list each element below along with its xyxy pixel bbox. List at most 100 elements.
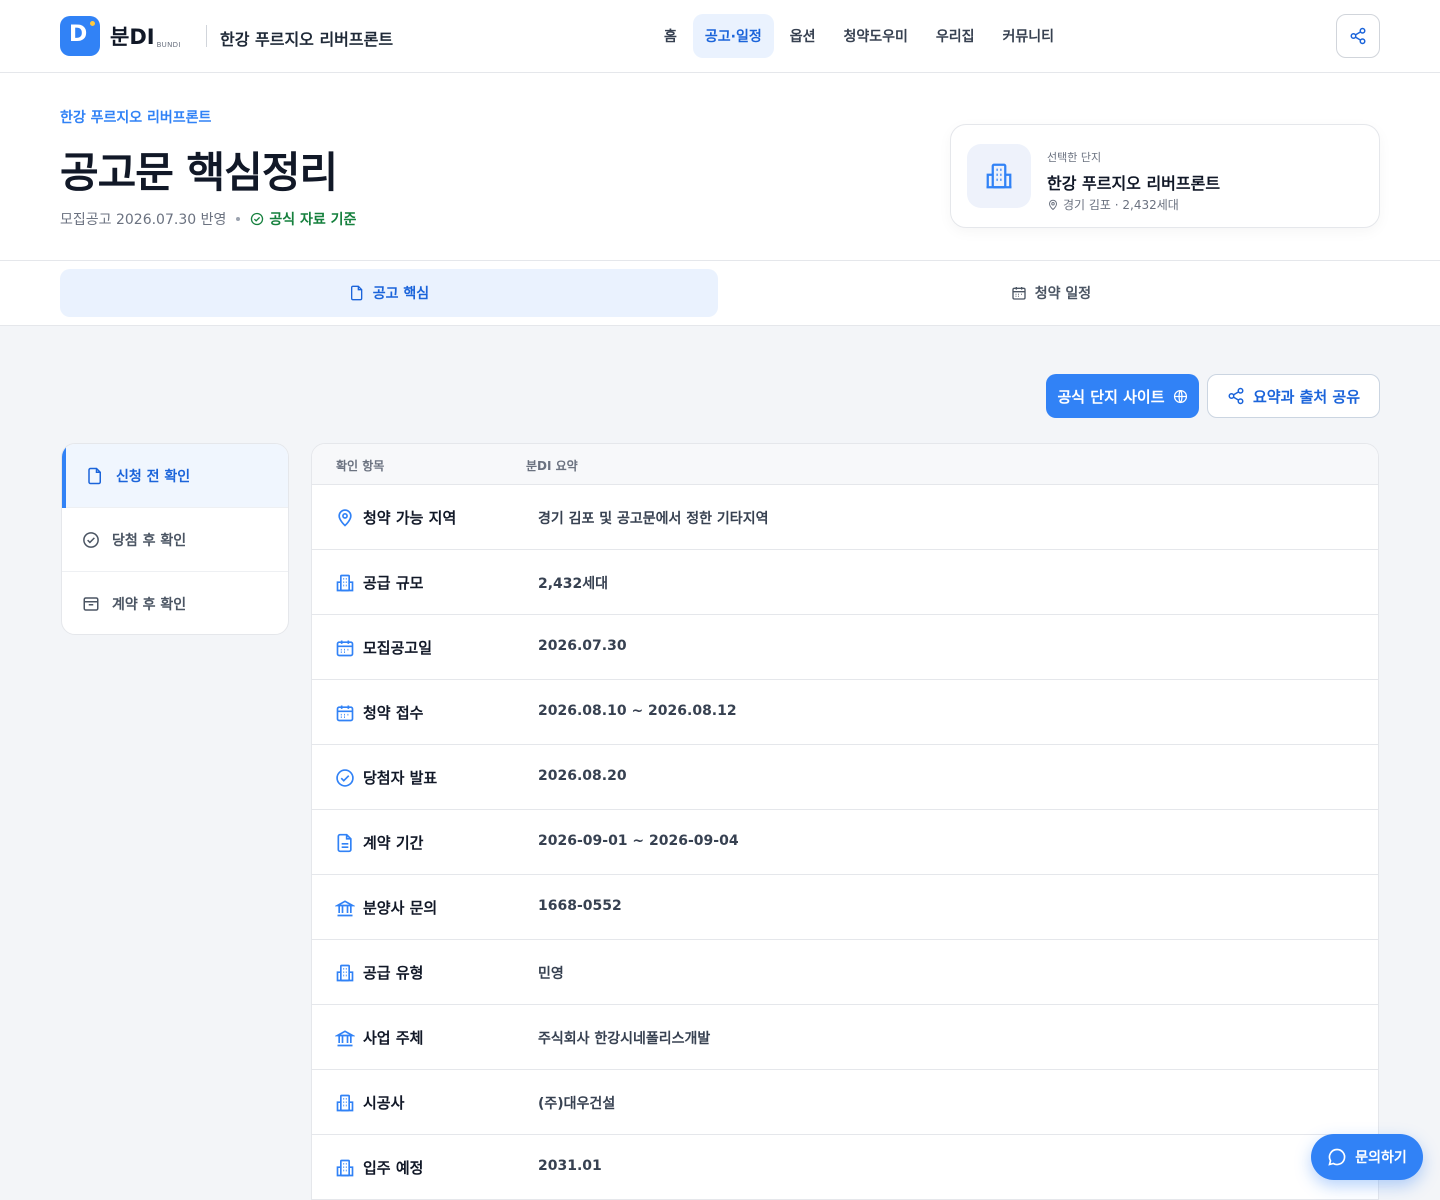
logo-text: 분DI BUNDI xyxy=(110,21,181,51)
calendar-icon xyxy=(1012,287,1026,300)
side-item-after-win[interactable]: 당첨 후 확인 xyxy=(62,508,288,572)
hero-meta: 모집공고 2026.07.30 반영 공식 자료 기준 xyxy=(60,209,356,229)
side-item-label: 신청 전 확인 xyxy=(116,468,191,485)
tab-notice-core[interactable]: 공고 핵심 xyxy=(60,269,718,317)
app-logo[interactable]: D 분DI BUNDI xyxy=(60,16,181,56)
official-source-badge: 공식 자료 기준 xyxy=(250,209,356,229)
selected-complex-location: 경기 김포 · 2,432세대 xyxy=(1047,196,1179,213)
row-label: 사업 주체 xyxy=(363,1029,424,1047)
table-row: 사업 주체 주식회사 한강시네폴리스개발 xyxy=(312,1005,1378,1070)
checklist-side-nav: 신청 전 확인 당첨 후 확인 계약 후 확인 xyxy=(61,443,289,635)
row-label: 시공사 xyxy=(363,1094,405,1112)
selected-complex-card[interactable]: 선택한 단지 한강 푸르지오 리버프론트 경기 김포 · 2,432세대 xyxy=(950,124,1380,228)
building-icon xyxy=(986,163,1012,189)
official-site-label: 공식 단지 사이트 xyxy=(1057,387,1165,406)
inquiry-label: 문의하기 xyxy=(1355,1150,1407,1166)
official-source-label: 공식 자료 기준 xyxy=(269,212,357,228)
document-text-icon xyxy=(337,833,352,853)
chat-icon xyxy=(1328,1148,1346,1166)
table-row: 청약 접수 2026.08.10 ~ 2026.08.12 xyxy=(312,680,1378,745)
row-label: 청약 접수 xyxy=(363,704,424,722)
row-value: 2026.07.30 xyxy=(538,638,627,654)
tab-subscription-schedule[interactable]: 청약 일정 xyxy=(722,269,1380,317)
document-icon xyxy=(350,285,363,301)
logo-mark: D xyxy=(69,22,88,47)
location-pin-icon xyxy=(338,509,352,527)
table-row: 입주 예정 2031.01 xyxy=(312,1135,1378,1200)
building-icon xyxy=(336,1094,354,1112)
selected-complex-name: 한강 푸르지오 리버프론트 xyxy=(1047,174,1221,193)
row-label: 청약 가능 지역 xyxy=(363,509,457,527)
header-complex-name: 한강 푸르지오 리버프론트 xyxy=(220,30,394,49)
table-row: 공급 규모 2,432세대 xyxy=(312,550,1378,615)
row-label: 공급 규모 xyxy=(363,574,424,592)
page-hero: 한강 푸르지오 리버프론트 공고문 핵심정리 모집공고 2026.07.30 반… xyxy=(0,73,1440,261)
bank-icon xyxy=(335,900,355,917)
share-summary-button[interactable]: 요약과 출처 공유 xyxy=(1207,374,1380,418)
archive-icon xyxy=(83,597,99,611)
document-icon xyxy=(88,467,101,484)
side-item-before-apply[interactable]: 신청 전 확인 xyxy=(62,444,288,508)
row-value: 2026.08.20 xyxy=(538,768,627,784)
page-title: 공고문 핵심정리 xyxy=(60,148,338,197)
table-row: 공급 유형 민영 xyxy=(312,940,1378,1005)
selected-complex-label: 선택한 단지 xyxy=(1047,151,1102,164)
column-header-summary: 분DI 요약 xyxy=(526,459,578,473)
globe-icon xyxy=(1173,389,1187,403)
notice-date-text: 모집공고 2026.07.30 반영 xyxy=(60,212,227,228)
official-site-button[interactable]: 공식 단지 사이트 xyxy=(1046,374,1199,418)
check-circle-icon xyxy=(83,531,99,548)
header-share-button[interactable] xyxy=(1336,14,1380,58)
table-row: 분양사 문의 1668-0552 xyxy=(312,875,1378,940)
building-icon xyxy=(336,964,354,982)
header-divider xyxy=(206,25,207,47)
share-icon xyxy=(1228,387,1244,405)
logo-subtext: BUNDI xyxy=(156,41,181,49)
table-row: 계약 기간 2026-09-01 ~ 2026-09-04 xyxy=(312,810,1378,875)
row-label: 모집공고일 xyxy=(363,639,433,657)
row-label: 입주 예정 xyxy=(363,1159,424,1177)
row-value: 1668-0552 xyxy=(538,898,622,914)
nav-home[interactable]: 홈 xyxy=(652,14,689,58)
check-circle-icon xyxy=(336,769,354,787)
selected-complex-icon-box xyxy=(967,144,1031,208)
tab-subscription-schedule-label: 청약 일정 xyxy=(1034,286,1092,302)
row-label: 계약 기간 xyxy=(363,834,424,852)
row-value: 경기 김포 및 공고문에서 정한 기타지역 xyxy=(538,511,769,527)
row-value: 2026-09-01 ~ 2026-09-04 xyxy=(538,833,739,849)
nav-options[interactable]: 옵션 xyxy=(778,14,828,58)
table-row: 청약 가능 지역 경기 김포 및 공고문에서 정한 기타지역 xyxy=(312,485,1378,550)
row-value: 2026.08.10 ~ 2026.08.12 xyxy=(538,703,737,719)
row-value: (주)대우건설 xyxy=(538,1096,616,1112)
calendar-icon xyxy=(336,640,354,657)
building-icon xyxy=(336,1159,354,1177)
tab-notice-core-label: 공고 핵심 xyxy=(372,286,430,302)
selected-complex-location-text: 경기 김포 · 2,432세대 xyxy=(1063,198,1179,212)
share-icon xyxy=(1350,27,1366,45)
inquiry-button[interactable]: 문의하기 xyxy=(1311,1134,1423,1180)
logo-badge: D xyxy=(60,16,100,56)
check-circle-icon xyxy=(251,212,264,226)
nav-community[interactable]: 커뮤니티 xyxy=(991,14,1067,58)
table-row: 당첨자 발표 2026.08.20 xyxy=(312,745,1378,810)
building-icon xyxy=(336,574,354,592)
nav-subscription-helper[interactable]: 청약도우미 xyxy=(832,14,920,58)
notice-summary-table: 확인 항목 분DI 요약 청약 가능 지역 경기 김포 및 공고문에서 정한 기… xyxy=(311,443,1379,1200)
row-label: 당첨자 발표 xyxy=(363,769,438,787)
table-row: 모집공고일 2026.07.30 xyxy=(312,615,1378,680)
side-item-label: 계약 후 확인 xyxy=(112,597,187,613)
column-header-item: 확인 항목 xyxy=(336,459,385,473)
row-value: 민영 xyxy=(538,966,564,982)
side-item-after-contract[interactable]: 계약 후 확인 xyxy=(62,572,288,634)
row-value: 2,432세대 xyxy=(538,576,609,592)
row-value: 주식회사 한강시네폴리스개발 xyxy=(538,1031,711,1047)
logo-dot xyxy=(88,19,97,28)
content-tabs: 공고 핵심 청약 일정 xyxy=(0,261,1440,326)
row-label: 공급 유형 xyxy=(363,964,424,982)
row-value: 2031.01 xyxy=(538,1158,602,1174)
main-nav: 홈 공고·일정 옵션 청약도우미 우리집 커뮤니티 xyxy=(652,14,1066,58)
bank-icon xyxy=(335,1030,355,1047)
nav-notice-schedule[interactable]: 공고·일정 xyxy=(692,14,774,58)
nav-my-home[interactable]: 우리집 xyxy=(924,14,987,58)
row-label: 분양사 문의 xyxy=(363,899,438,917)
